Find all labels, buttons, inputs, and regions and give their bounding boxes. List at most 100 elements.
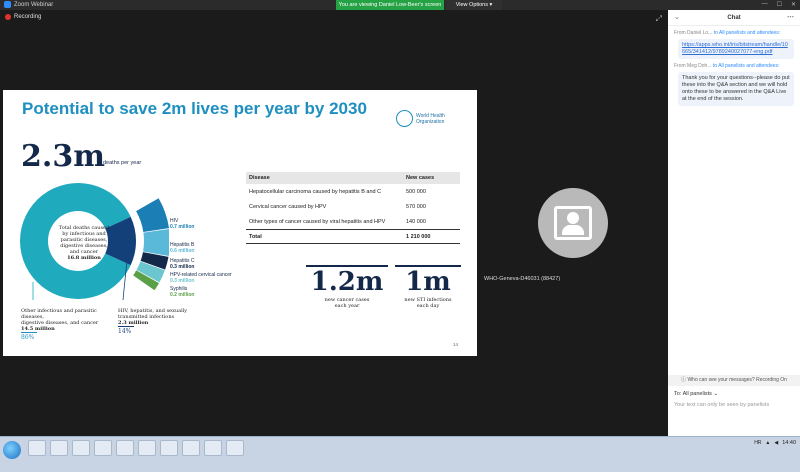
legend-value: 0.3 million <box>170 278 195 284</box>
maximize-icon[interactable]: ☐ <box>777 1 782 8</box>
cell-cases: 570 000 <box>406 203 426 210</box>
sender-name: From Meg Doh... <box>674 63 712 69</box>
chat-input[interactable]: Your text can only be seen by panelists <box>674 402 769 408</box>
chat-message: Thank you for your questions--please do … <box>678 72 794 106</box>
legend-hpv-cervical-cancer: HPV-related cervical cancer 0.3 million <box>170 272 232 284</box>
taskbar-app-icon[interactable] <box>94 440 112 456</box>
participant-video-tile[interactable] <box>538 188 608 258</box>
volume-icon[interactable]: ◀ <box>774 440 778 446</box>
caption-value: 2.3 million <box>118 320 149 326</box>
minimize-icon[interactable]: — <box>762 1 768 8</box>
header-disease: Disease <box>249 175 270 181</box>
network-icon[interactable]: ▲ <box>765 440 770 446</box>
cancer-cases-stat: 1.2m new cancer cases each year <box>306 265 388 309</box>
to-label: To: <box>674 391 682 397</box>
legend-hepatitis-b: Hepatitis B 0.6 million <box>170 242 194 254</box>
taskbar-app-icon[interactable] <box>50 440 68 456</box>
table-row: Cervical cancer caused by HPV 570 000 <box>246 199 460 214</box>
chat-panel: ⌄ Chat ⋯ From Daniel Lo... to All paneli… <box>668 10 800 436</box>
legend-value: 0.7 million <box>170 224 195 230</box>
more-icon[interactable]: ⋯ <box>787 10 794 26</box>
screen-share-banner: You are viewing Daniel Low-Beer's screen <box>336 0 444 10</box>
center-value: 16.8 million <box>67 255 101 261</box>
stat-value: 1.2m <box>310 267 384 297</box>
chevron-down-icon: ⌄ <box>713 391 719 397</box>
caption-line: Other infectious and parasitic diseases, <box>21 308 97 320</box>
close-icon[interactable]: ✕ <box>791 1 796 8</box>
table-row: Other types of cancer caused by viral he… <box>246 214 460 229</box>
other-diseases-caption: Other infectious and parasitic diseases,… <box>21 308 121 341</box>
message-visibility-notice[interactable]: ⓘ Who can see your messages? Recording O… <box>668 375 800 386</box>
clock[interactable]: 14:40 <box>782 440 796 446</box>
caption-percent: 14% <box>118 328 132 335</box>
recipient[interactable]: to All panelists and attendees: <box>713 63 779 69</box>
app-title: Zoom Webinar <box>4 1 53 8</box>
recording-indicator[interactable]: Recording <box>5 14 41 20</box>
chevron-down-icon[interactable]: ⌄ <box>674 10 680 26</box>
taskbar-app-icon[interactable] <box>28 440 46 456</box>
legend-hiv: HIV 0.7 million <box>170 218 194 230</box>
legend-syphilis: Syphilis 0.2 million <box>170 286 194 298</box>
start-button-icon[interactable] <box>3 441 21 459</box>
visibility-text: Who can see your messages? Recording On <box>687 377 787 383</box>
system-tray: HR ▲ ◀ 14:40 <box>754 440 796 446</box>
caption-percent: 86% <box>21 334 35 341</box>
who-name-line1: World Health <box>416 112 445 119</box>
taskbar-app-icon[interactable] <box>182 440 200 456</box>
view-options-button[interactable]: View Options ▾ <box>446 0 502 10</box>
cell-disease: Cervical cancer caused by HPV <box>249 203 327 210</box>
stat-label: each year <box>334 303 360 309</box>
person-body-icon <box>562 225 584 235</box>
hiv-hepatitis-sti-caption: HIV, hepatitis, and sexually transmitted… <box>118 308 208 335</box>
window-controls: — ☐ ✕ <box>762 1 796 8</box>
table-header: Disease New cases <box>246 172 460 184</box>
person-head-icon <box>567 212 579 224</box>
participant-name: WHO-Geneva-D46031 (88427) <box>484 276 561 282</box>
stat-value: 1m <box>405 267 451 297</box>
legend-value: 0.6 million <box>170 248 195 254</box>
deaths-stat-label: deaths per year <box>103 160 142 166</box>
slide-page-number: 14 <box>452 342 458 347</box>
view-options-label: View Options <box>455 2 488 8</box>
legend-hepatitis-c: Hepatitis C 0.3 million <box>170 258 194 270</box>
cell-total-label: Total <box>249 233 262 240</box>
cell-disease: Hepatocellular carcinoma caused by hepat… <box>249 188 382 195</box>
caption-rule <box>21 332 37 333</box>
language-indicator[interactable]: HR <box>754 440 761 446</box>
cell-cases: 140 000 <box>406 218 426 225</box>
chat-recipient-selector[interactable]: To: All panelists ⌄ <box>674 391 718 397</box>
windows-taskbar: HR ▲ ◀ 14:40 <box>0 436 800 472</box>
legend-value: 0.2 million <box>170 292 195 298</box>
record-icon <box>5 14 11 20</box>
chat-header: ⌄ Chat ⋯ <box>668 10 800 26</box>
chat-title: Chat <box>727 15 741 21</box>
zoom-logo-icon <box>4 1 11 8</box>
chat-sender: From Daniel Lo... to All panelists and a… <box>668 30 800 36</box>
donut-center-text: Total deaths caused by infectious and pa… <box>49 225 119 261</box>
who-emblem-icon <box>396 110 413 127</box>
recording-label: Recording <box>14 14 42 20</box>
taskbar-app-icon[interactable] <box>160 440 178 456</box>
taskbar-apps <box>28 440 244 456</box>
header-new-cases: New cases <box>406 175 435 181</box>
taskbar-app-icon[interactable] <box>116 440 134 456</box>
to-value[interactable]: All panelists <box>683 391 712 397</box>
taskbar-app-icon[interactable] <box>72 440 90 456</box>
info-icon: ⓘ <box>681 377 687 383</box>
breakdown-slice-hiv <box>136 198 169 233</box>
slide-title: Potential to save 2m lives per year by 2… <box>22 99 367 118</box>
cell-cases: 500 000 <box>406 188 426 195</box>
caption-value: 14.5 million <box>21 326 55 332</box>
table-total-row: Total 1 210 000 <box>246 229 460 244</box>
fullscreen-icon[interactable]: ⤢ <box>656 14 662 24</box>
sti-infections-stat: 1m new STI infections each day <box>395 265 461 309</box>
taskbar-app-icon[interactable] <box>226 440 244 456</box>
who-logo: World Health Organization <box>396 110 445 127</box>
taskbar-app-icon[interactable] <box>204 440 222 456</box>
title-bar: Zoom Webinar You are viewing Daniel Low-… <box>0 0 800 10</box>
app-title-text: Zoom Webinar <box>14 1 54 8</box>
recipient[interactable]: to All panelists and attendees: <box>714 30 780 36</box>
taskbar-app-icon[interactable] <box>138 440 156 456</box>
chat-message-link[interactable]: https://apps.who.int/iris/bitstream/hand… <box>678 39 794 59</box>
who-name-line2: Organization <box>416 118 445 125</box>
